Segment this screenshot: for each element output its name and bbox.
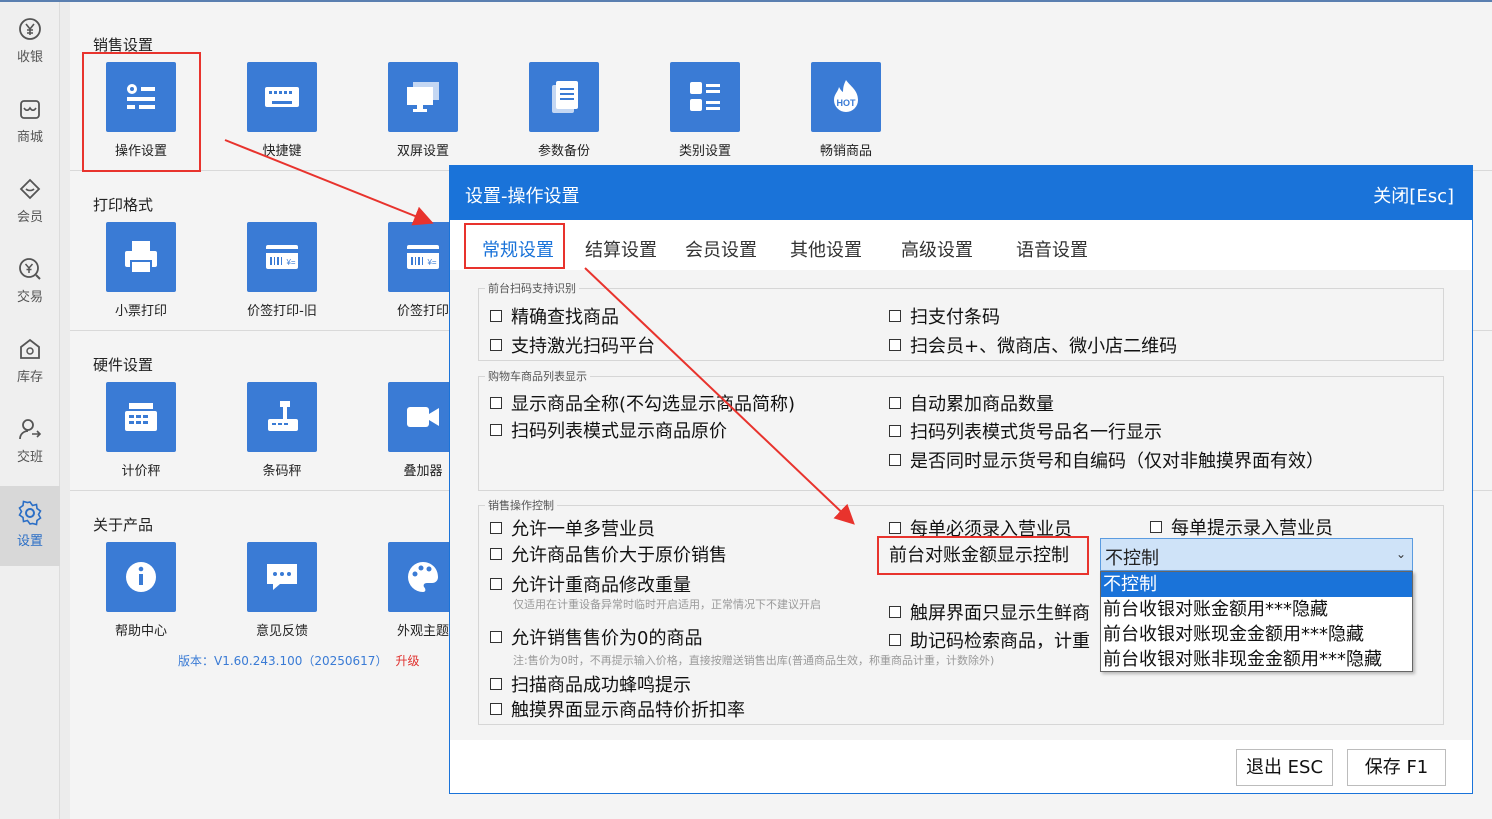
arrow-to-dialog bbox=[224, 139, 434, 226]
arrow-to-amount-label bbox=[584, 267, 855, 525]
annotation-arrows bbox=[224, 139, 855, 525]
